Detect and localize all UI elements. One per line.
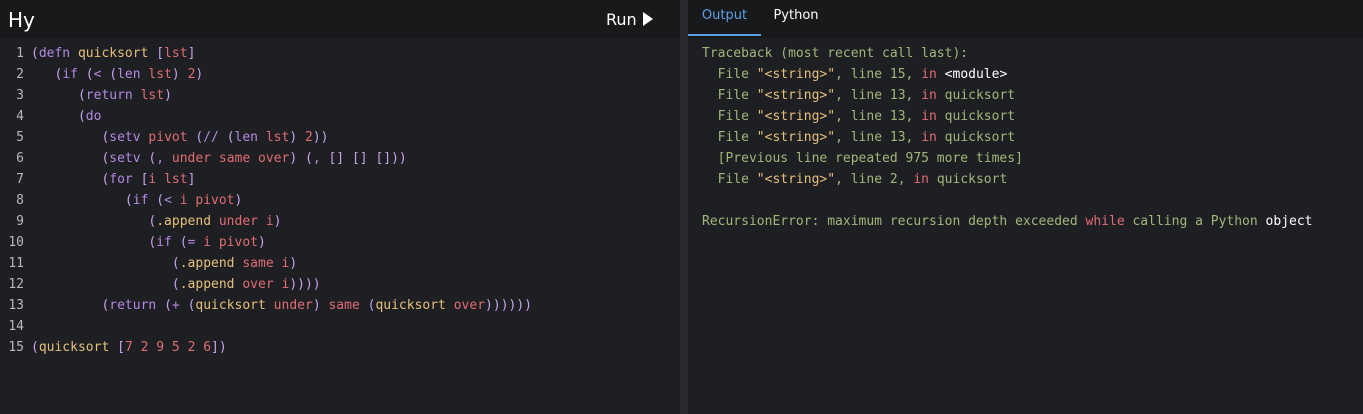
output-pane: Output Python Traceback (most recent cal…	[688, 0, 1363, 414]
code-text: (return lst)	[77, 88, 172, 103]
line-number: 7	[16, 172, 24, 187]
code-text: (for [i lst]	[101, 172, 196, 187]
code-text: (quicksort [7 2 9 5 2 6])	[31, 340, 227, 355]
line-number: 5	[16, 130, 24, 145]
line-number: 9	[16, 214, 24, 229]
code-text: (if (< i pivot)	[124, 193, 243, 208]
output-line: File "<string>", line 13, in quicksort	[702, 109, 1016, 124]
code-line[interactable]: 15 (quicksort [7 2 9 5 2 6])	[0, 337, 680, 358]
code-line[interactable]: 7 (for [i lst]	[0, 169, 680, 190]
line-number: 1	[16, 46, 24, 61]
line-number: 4	[16, 109, 24, 124]
tab-output[interactable]: Output	[688, 0, 761, 36]
code-text: (.append same i)	[171, 256, 298, 271]
code-text: (.append under i)	[148, 214, 282, 229]
output-line: File "<string>", line 2, in quicksort	[702, 172, 1008, 187]
code-line[interactable]: 13 (return (+ (quicksort under) same (qu…	[0, 295, 680, 316]
pane-divider[interactable]	[680, 0, 688, 414]
code-line[interactable]: 1 (defn quicksort [lst]	[0, 43, 680, 64]
code-line[interactable]: 11 (.append same i)	[0, 253, 680, 274]
code-line[interactable]: 10 (if (= i pivot)	[0, 232, 680, 253]
code-text: (do	[77, 109, 102, 124]
code-line[interactable]: 3 (return lst)	[0, 85, 680, 106]
code-line[interactable]: 8 (if (< i pivot)	[0, 190, 680, 211]
code-line[interactable]: 9 (.append under i)	[0, 211, 680, 232]
code-text: (setv (, under same over) (, [] [] []))	[101, 151, 407, 166]
line-number: 2	[16, 67, 24, 82]
code-text: (defn quicksort [lst]	[31, 46, 196, 61]
output-line: File "<string>", line 13, in quicksort	[702, 130, 1016, 145]
editor-pane: Hy Run 1 (defn quicksort [lst] 2 (if (< (l…	[0, 0, 680, 414]
line-number: 15	[8, 340, 24, 355]
output-line: File "<string>", line 13, in quicksort	[702, 88, 1016, 103]
code-text: (.append over i))))	[171, 277, 321, 292]
line-number: 12	[8, 277, 24, 292]
output-line: [Previous line repeated 975 more times]	[702, 151, 1023, 166]
code-line[interactable]: 12 (.append over i))))	[0, 274, 680, 295]
code-line[interactable]: 6 (setv (, under same over) (, [] [] [])…	[0, 148, 680, 169]
play-icon	[642, 12, 653, 26]
code-editor[interactable]: 1 (defn quicksort [lst] 2 (if (< (len lst)…	[0, 43, 680, 358]
code-text: (setv pivot (// (len lst) 2))	[101, 130, 329, 145]
line-number: 13	[8, 298, 24, 313]
code-line[interactable]: 4 (do	[0, 106, 680, 127]
code-text: (return (+ (quicksort under) same (quick…	[101, 298, 532, 313]
run-button[interactable]: Run	[606, 9, 653, 29]
line-number: 11	[8, 256, 24, 271]
line-number: 6	[16, 151, 24, 166]
app-title: Hy	[8, 8, 35, 32]
output-line: Traceback (most recent call last):	[702, 46, 969, 61]
editor-header: Hy Run	[0, 0, 680, 38]
output-tabs: Output Python	[688, 0, 1363, 38]
line-number: 14	[8, 319, 24, 334]
code-line[interactable]: 2 (if (< (len lst) 2)	[0, 64, 680, 85]
line-number: 10	[8, 235, 24, 250]
code-text: (if (< (len lst) 2)	[54, 67, 204, 82]
code-line[interactable]: 5 (setv pivot (// (len lst) 2))	[0, 127, 680, 148]
run-button-label: Run	[606, 9, 637, 29]
line-number: 3	[16, 88, 24, 103]
output-line: RecursionError: maximum recursion depth …	[702, 214, 1313, 229]
output-line: File "<string>", line 15, in <module>	[702, 67, 1008, 82]
line-number: 8	[16, 193, 24, 208]
code-line[interactable]: 14	[0, 316, 680, 337]
code-text: (if (= i pivot)	[148, 235, 266, 250]
output-console: Traceback (most recent call last): File …	[702, 43, 1313, 232]
tab-python[interactable]: Python	[764, 0, 828, 34]
